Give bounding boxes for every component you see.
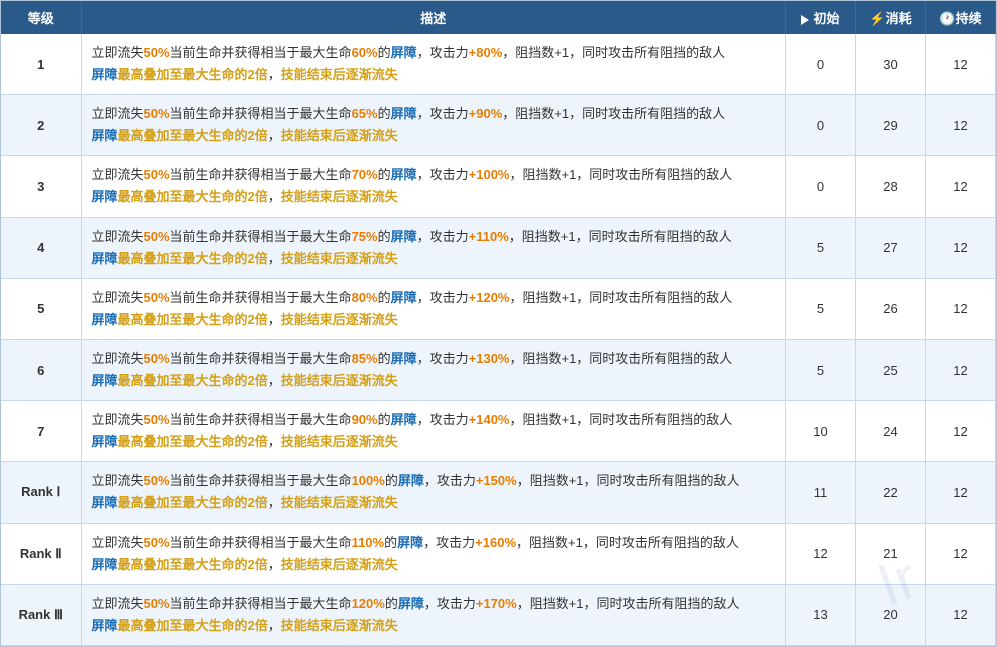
duration-cell: 12: [926, 217, 996, 278]
initial-cell: 0: [786, 156, 856, 217]
cost-header: ⚡消耗: [856, 1, 926, 34]
cost-cell: 26: [856, 278, 926, 339]
cost-cell: 30: [856, 34, 926, 95]
duration-cell: 12: [926, 34, 996, 95]
cost-cell: 22: [856, 462, 926, 523]
cost-cell: 24: [856, 401, 926, 462]
cost-cell: 20: [856, 584, 926, 645]
table-row: 3立即流失50%当前生命并获得相当于最大生命70%的屏障，攻击力+100%，阻挡…: [1, 156, 996, 217]
table-row: 1立即流失50%当前生命并获得相当于最大生命60%的屏障，攻击力+80%，阻挡数…: [1, 34, 996, 95]
desc-cell: 立即流失50%当前生命并获得相当于最大生命75%的屏障，攻击力+110%，阻挡数…: [81, 217, 786, 278]
table-row: 6立即流失50%当前生命并获得相当于最大生命85%的屏障，攻击力+130%，阻挡…: [1, 339, 996, 400]
desc-cell: 立即流失50%当前生命并获得相当于最大生命80%的屏障，攻击力+120%，阻挡数…: [81, 278, 786, 339]
skill-table: 等级 描述 初始 ⚡消耗 🕐持续 1立即流失5: [1, 1, 996, 646]
level-cell: Rank Ⅱ: [1, 523, 81, 584]
desc-cell: 立即流失50%当前生命并获得相当于最大生命100%的屏障，攻击力+150%，阻挡…: [81, 462, 786, 523]
cost-cell: 28: [856, 156, 926, 217]
level-cell: 6: [1, 339, 81, 400]
table-row: Rank Ⅲ立即流失50%当前生命并获得相当于最大生命120%的屏障，攻击力+1…: [1, 584, 996, 645]
duration-cell: 12: [926, 401, 996, 462]
clock-icon: 🕐: [939, 11, 955, 26]
initial-cell: 12: [786, 523, 856, 584]
cost-cell: 27: [856, 217, 926, 278]
duration-cell: 12: [926, 95, 996, 156]
initial-cell: 13: [786, 584, 856, 645]
level-header: 等级: [1, 1, 81, 34]
desc-cell: 立即流失50%当前生命并获得相当于最大生命110%的屏障，攻击力+160%，阻挡…: [81, 523, 786, 584]
duration-cell: 12: [926, 584, 996, 645]
level-cell: 4: [1, 217, 81, 278]
level-cell: 2: [1, 95, 81, 156]
desc-cell: 立即流失50%当前生命并获得相当于最大生命60%的屏障，攻击力+80%，阻挡数+…: [81, 34, 786, 95]
table-row: 5立即流失50%当前生命并获得相当于最大生命80%的屏障，攻击力+120%，阻挡…: [1, 278, 996, 339]
initial-cell: 5: [786, 278, 856, 339]
duration-cell: 12: [926, 278, 996, 339]
initial-cell: 5: [786, 339, 856, 400]
table-row: 7立即流失50%当前生命并获得相当于最大生命90%的屏障，攻击力+140%，阻挡…: [1, 401, 996, 462]
level-cell: Rank Ⅲ: [1, 584, 81, 645]
desc-cell: 立即流失50%当前生命并获得相当于最大生命90%的屏障，攻击力+140%，阻挡数…: [81, 401, 786, 462]
level-cell: 1: [1, 34, 81, 95]
desc-cell: 立即流失50%当前生命并获得相当于最大生命120%的屏障，攻击力+170%，阻挡…: [81, 584, 786, 645]
duration-cell: 12: [926, 156, 996, 217]
level-cell: 5: [1, 278, 81, 339]
initial-header: 初始: [786, 1, 856, 34]
duration-cell: 12: [926, 462, 996, 523]
cost-cell: 29: [856, 95, 926, 156]
table-row: Rank Ⅰ立即流失50%当前生命并获得相当于最大生命100%的屏障，攻击力+1…: [1, 462, 996, 523]
level-cell: 3: [1, 156, 81, 217]
desc-header: 描述: [81, 1, 786, 34]
duration-cell: 12: [926, 523, 996, 584]
initial-cell: 0: [786, 34, 856, 95]
table-row: 2立即流失50%当前生命并获得相当于最大生命65%的屏障，攻击力+90%，阻挡数…: [1, 95, 996, 156]
level-cell: 7: [1, 401, 81, 462]
table-wrapper: 等级 描述 初始 ⚡消耗 🕐持续 1立即流失5: [1, 1, 996, 646]
duration-header: 🕐持续: [926, 1, 996, 34]
cost-cell: 21: [856, 523, 926, 584]
desc-cell: 立即流失50%当前生命并获得相当于最大生命85%的屏障，攻击力+130%，阻挡数…: [81, 339, 786, 400]
initial-cell: 0: [786, 95, 856, 156]
table-row: 4立即流失50%当前生命并获得相当于最大生命75%的屏障，攻击力+110%，阻挡…: [1, 217, 996, 278]
desc-cell: 立即流失50%当前生命并获得相当于最大生命70%的屏障，攻击力+100%，阻挡数…: [81, 156, 786, 217]
table-row: Rank Ⅱ立即流失50%当前生命并获得相当于最大生命110%的屏障，攻击力+1…: [1, 523, 996, 584]
lightning-icon: ⚡: [869, 11, 885, 26]
desc-cell: 立即流失50%当前生命并获得相当于最大生命65%的屏障，攻击力+90%，阻挡数+…: [81, 95, 786, 156]
level-cell: Rank Ⅰ: [1, 462, 81, 523]
arrow-icon: [801, 15, 809, 25]
cost-cell: 25: [856, 339, 926, 400]
skill-table-container: 等级 描述 初始 ⚡消耗 🕐持续 1立即流失5: [0, 0, 997, 647]
initial-cell: 10: [786, 401, 856, 462]
initial-cell: 5: [786, 217, 856, 278]
duration-cell: 12: [926, 339, 996, 400]
initial-cell: 11: [786, 462, 856, 523]
